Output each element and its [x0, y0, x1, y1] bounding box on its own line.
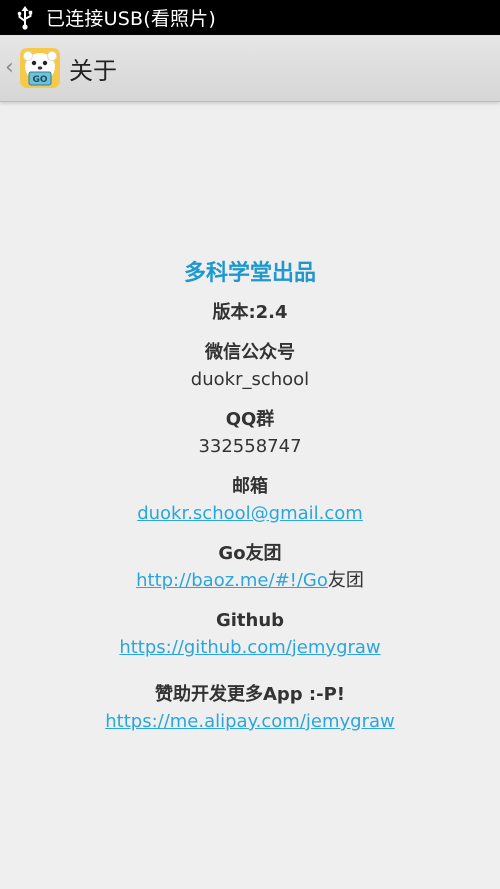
donate-link[interactable]: https://me.alipay.com/jemygraw [105, 711, 395, 732]
donate-heading: 赞助开发更多App :-P! [154, 684, 346, 705]
github-block: Github https://github.com/jemygraw [0, 608, 500, 662]
donate-block: 赞助开发更多App :-P! https://me.alipay.com/jem… [0, 682, 500, 736]
donate-row: https://me.alipay.com/jemygraw [0, 708, 500, 736]
version-label: 版本:2.4 [212, 302, 288, 323]
github-row: https://github.com/jemygraw [0, 634, 500, 662]
email-link[interactable]: duokr.school@gmail.com [137, 503, 363, 524]
wechat-value: duokr_school [190, 369, 310, 390]
go-group-row: http://baoz.me/#!/Go友团 [0, 567, 500, 595]
go-group-link[interactable]: http://baoz.me/#!/Go [136, 570, 328, 591]
status-bar: 已连接USB(看照片) [0, 0, 500, 35]
email-block: 邮箱 duokr.school@gmail.com [0, 474, 500, 528]
status-text: 已连接USB(看照片) [46, 8, 217, 30]
chevron-left-icon[interactable]: ‹ [5, 57, 17, 79]
go-group-suffix: 友团 [327, 570, 364, 591]
usb-icon [14, 5, 36, 31]
page-title: 关于 [69, 56, 117, 85]
about-content: 多科学堂出品 版本:2.4 微信公众号 duokr_school QQ群 332… [0, 256, 500, 749]
version-block: 版本:2.4 [0, 300, 500, 326]
wechat-block: 微信公众号 duokr_school [0, 340, 500, 394]
go-group-heading: Go友团 [218, 543, 282, 564]
wechat-heading: 微信公众号 [205, 342, 295, 363]
action-bar: ‹ GO 关于 [0, 35, 500, 102]
go-group-block: Go友团 http://baoz.me/#!/Go友团 [0, 541, 500, 595]
qq-value: 332558747 [198, 436, 302, 457]
qq-heading: QQ群 [225, 409, 275, 430]
svg-text:GO: GO [32, 75, 47, 85]
github-link[interactable]: https://github.com/jemygraw [119, 637, 380, 658]
qq-block: QQ群 332558747 [0, 407, 500, 461]
brand-title: 多科学堂出品 [183, 261, 316, 286]
email-row: duokr.school@gmail.com [0, 500, 500, 528]
email-heading: 邮箱 [232, 476, 268, 497]
github-heading: Github [215, 610, 285, 631]
app-logo-icon[interactable]: GO [19, 47, 61, 89]
